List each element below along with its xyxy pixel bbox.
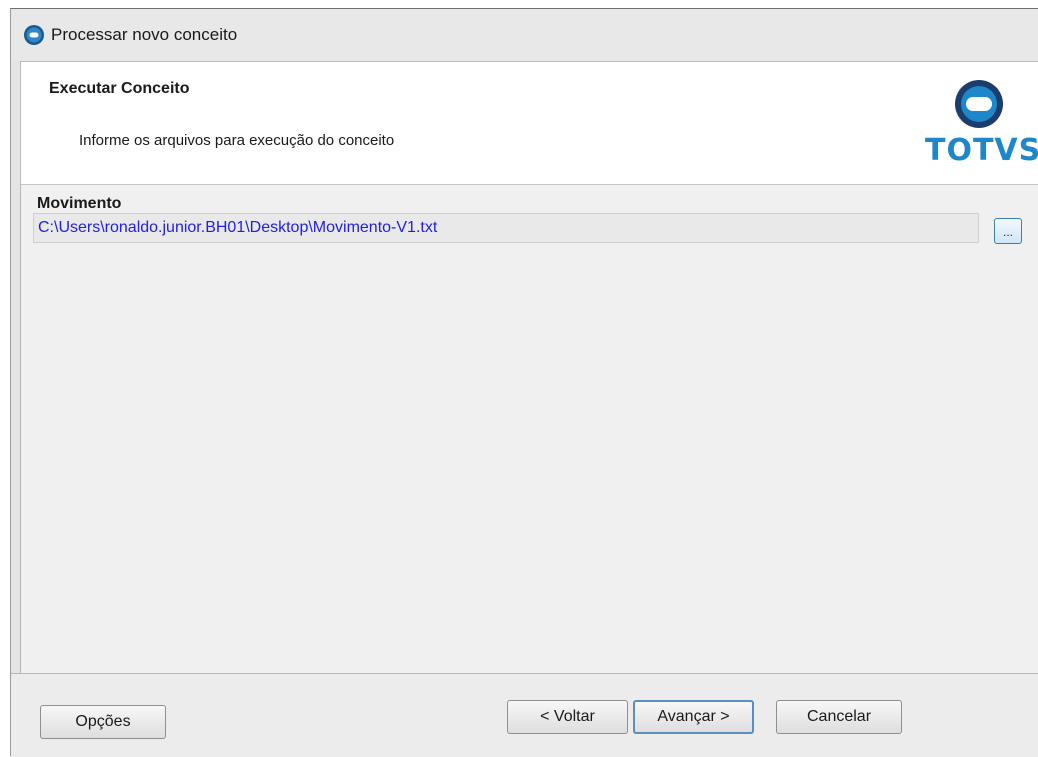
logo-text: TOTVS xyxy=(925,133,1038,168)
app-icon xyxy=(24,25,44,45)
next-button[interactable]: Avançar > xyxy=(633,700,754,734)
page-subtitle: Informe os arquivos para execução do con… xyxy=(79,132,395,149)
cancel-button[interactable]: Cancelar xyxy=(776,700,902,734)
wizard-window: Processar novo conceito Executar Conceit… xyxy=(10,8,1038,757)
movimento-label: Movimento xyxy=(37,195,122,212)
footer-divider xyxy=(11,673,1038,674)
back-button[interactable]: < Voltar xyxy=(507,700,628,734)
top-margin xyxy=(0,0,1038,8)
left-border xyxy=(11,61,20,757)
totvs-logo-icon xyxy=(955,80,1003,128)
movimento-path-input[interactable] xyxy=(33,213,979,243)
window-title: Processar novo conceito xyxy=(51,25,238,44)
page-title: Executar Conceito xyxy=(49,80,190,97)
browse-button[interactable]: ... xyxy=(994,218,1022,244)
wizard-footer: Opções < Voltar Avançar > Cancelar xyxy=(11,673,1038,757)
wizard-header: Executar Conceito Informe os arquivos pa… xyxy=(21,62,1038,185)
totvs-logo: TOTVS xyxy=(925,80,1038,168)
wizard-content: Executar Conceito Informe os arquivos pa… xyxy=(20,61,1038,673)
title-bar: Processar novo conceito xyxy=(11,9,1038,61)
options-button[interactable]: Opções xyxy=(40,705,166,739)
